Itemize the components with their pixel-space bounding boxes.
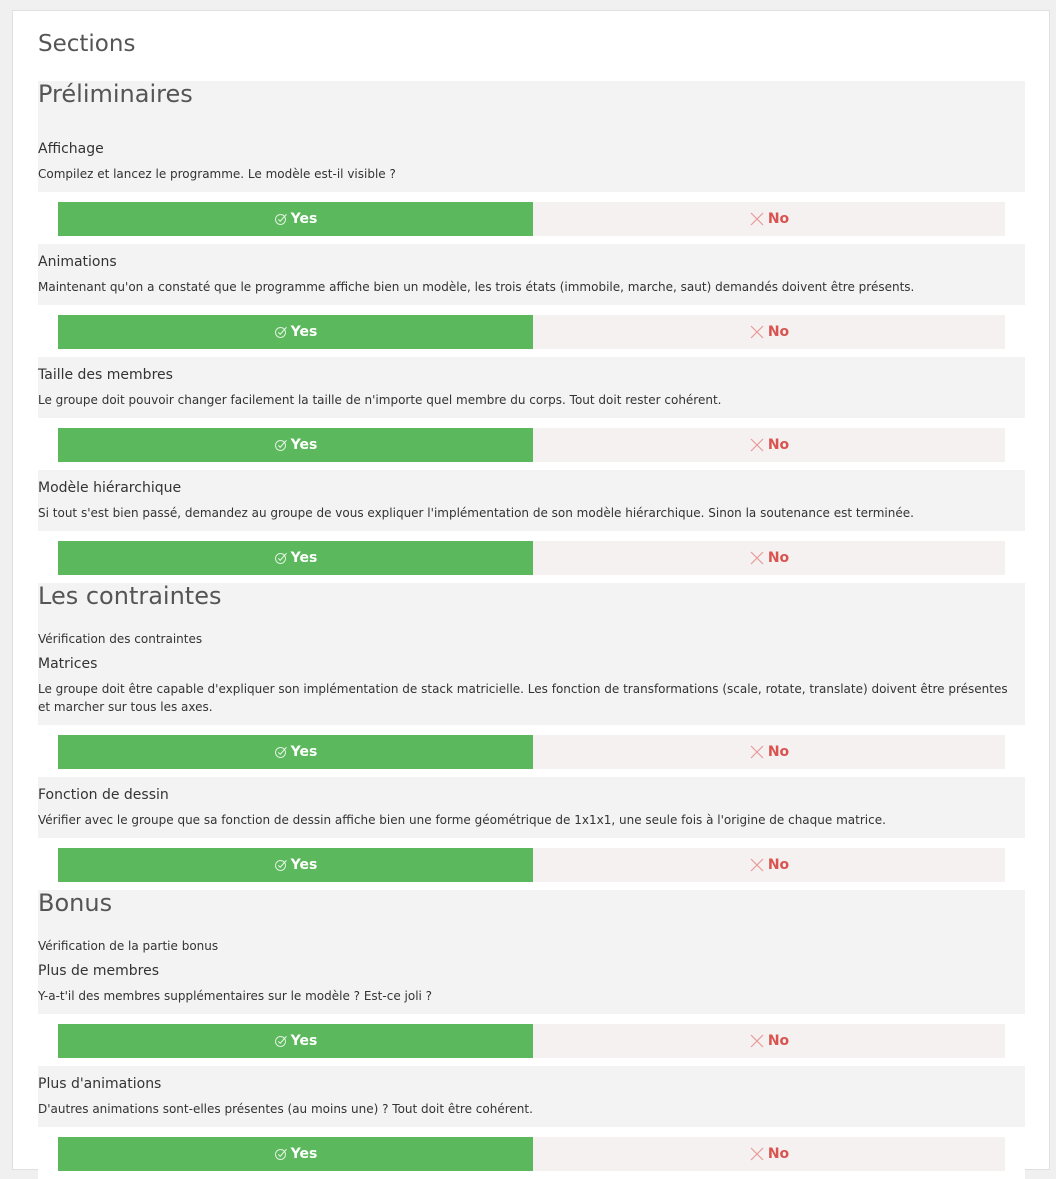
no-button[interactable]: No	[533, 1137, 1005, 1171]
cross-icon	[750, 1147, 764, 1161]
answer-buttons: Yes No	[38, 725, 1025, 777]
cross-icon	[750, 858, 764, 872]
question-description: Si tout s'est bien passé, demandez au gr…	[38, 506, 914, 520]
question: Animations Maintenant qu'on a constaté qu…	[38, 244, 1025, 357]
question: Taille des membres Le groupe doit pouvoir…	[38, 357, 1025, 470]
no-label: No	[767, 857, 790, 873]
answer-buttons: Yes No	[38, 305, 1025, 357]
answer-buttons: Yes No	[38, 1014, 1025, 1066]
no-label: No	[767, 437, 790, 453]
check-circle-icon	[274, 746, 287, 758]
yes-label: Yes	[290, 550, 318, 566]
check-circle-icon	[274, 439, 287, 451]
question: Plus d'animations D'autres animations son…	[38, 1066, 1025, 1179]
question-title: Fonction de dessin	[38, 787, 169, 803]
section-title: Bonus	[38, 889, 113, 917]
question-title: Taille des membres	[38, 367, 173, 383]
no-button[interactable]: No	[533, 1024, 1005, 1058]
cross-icon	[750, 551, 764, 565]
question-title: Plus d'animations	[38, 1076, 162, 1092]
yes-label: Yes	[290, 437, 318, 453]
question-title: Affichage	[38, 141, 104, 157]
yes-button[interactable]: Yes	[58, 541, 533, 575]
section: Préliminaires Affichage Compilez et lancez…	[38, 81, 1025, 583]
question-description: Le groupe doit être capable d'expliquer …	[38, 682, 1008, 714]
question-description: Le groupe doit pouvoir changer facilemen…	[38, 393, 722, 407]
no-label: No	[767, 744, 790, 760]
check-circle-icon	[274, 859, 287, 871]
no-button[interactable]: No	[533, 315, 1005, 349]
section-title: Les contraintes	[38, 582, 222, 610]
answer-buttons: Yes No	[38, 418, 1025, 470]
yes-button[interactable]: Yes	[58, 1137, 533, 1171]
yes-label: Yes	[290, 744, 318, 760]
no-button[interactable]: No	[533, 541, 1005, 575]
question-description: Maintenant qu'on a constaté que le progr…	[38, 280, 915, 294]
question-title: Plus de membres	[38, 963, 160, 979]
no-button[interactable]: No	[533, 202, 1005, 236]
cross-icon	[750, 325, 764, 339]
question: Affichage Compilez et lancez le programme…	[38, 107, 1025, 244]
check-circle-icon	[274, 1035, 287, 1047]
no-label: No	[767, 1146, 790, 1162]
yes-label: Yes	[290, 857, 318, 873]
yes-label: Yes	[290, 1033, 318, 1049]
no-button[interactable]: No	[533, 428, 1005, 462]
cross-icon	[750, 438, 764, 452]
yes-button[interactable]: Yes	[58, 848, 533, 882]
question-title: Animations	[38, 254, 117, 270]
question: Plus de membres Y-a-t'il des membres supp…	[38, 954, 1025, 1066]
question-title: Matrices	[38, 656, 98, 672]
yes-button[interactable]: Yes	[58, 202, 533, 236]
cross-icon	[750, 212, 764, 226]
yes-button[interactable]: Yes	[58, 315, 533, 349]
yes-button[interactable]: Yes	[58, 428, 533, 462]
answer-buttons: Yes No	[38, 838, 1025, 890]
yes-label: Yes	[290, 324, 318, 340]
section-description: Vérification des contraintes	[38, 632, 203, 646]
no-label: No	[767, 550, 790, 566]
answer-buttons: Yes No	[38, 192, 1025, 244]
answer-buttons: Yes No	[38, 531, 1025, 583]
check-circle-icon	[274, 552, 287, 564]
yes-label: Yes	[290, 1146, 318, 1162]
section-title: Préliminaires	[38, 80, 193, 108]
check-circle-icon	[274, 213, 287, 225]
check-circle-icon	[274, 1148, 287, 1160]
section: Bonus Vérification de la partie bonus Plus…	[38, 890, 1025, 1179]
check-circle-icon	[274, 326, 287, 338]
section: Les contraintes Vérification des contrain…	[38, 583, 1025, 890]
question-description: D'autres animations sont-elles présentes…	[38, 1102, 533, 1116]
cross-icon	[750, 1034, 764, 1048]
yes-button[interactable]: Yes	[58, 1024, 533, 1058]
yes-label: Yes	[290, 211, 318, 227]
cross-icon	[750, 745, 764, 759]
no-button[interactable]: No	[533, 848, 1005, 882]
yes-button[interactable]: Yes	[58, 735, 533, 769]
no-label: No	[767, 324, 790, 340]
question: Matrices Le groupe doit être capable d'ex…	[38, 647, 1025, 777]
no-label: No	[767, 211, 790, 227]
no-button[interactable]: No	[533, 735, 1005, 769]
question-description: Vérifier avec le groupe que sa fonction …	[38, 813, 886, 827]
question: Fonction de dessin Vérifier avec le group…	[38, 777, 1025, 890]
question-title: Modèle hiérarchique	[38, 480, 182, 496]
page-title: Sections	[38, 31, 136, 57]
question-description: Compilez et lancez le programme. Le modè…	[38, 167, 396, 181]
no-label: No	[767, 1033, 790, 1049]
section-description: Vérification de la partie bonus	[38, 939, 219, 953]
answer-buttons: Yes No	[38, 1127, 1025, 1179]
question-description: Y-a-t'il des membres supplémentaires sur…	[38, 989, 433, 1003]
question: Modèle hiérarchique Si tout s'est bien pa…	[38, 470, 1025, 583]
sections-list: Préliminaires Affichage Compilez et lancez…	[38, 81, 1025, 1179]
